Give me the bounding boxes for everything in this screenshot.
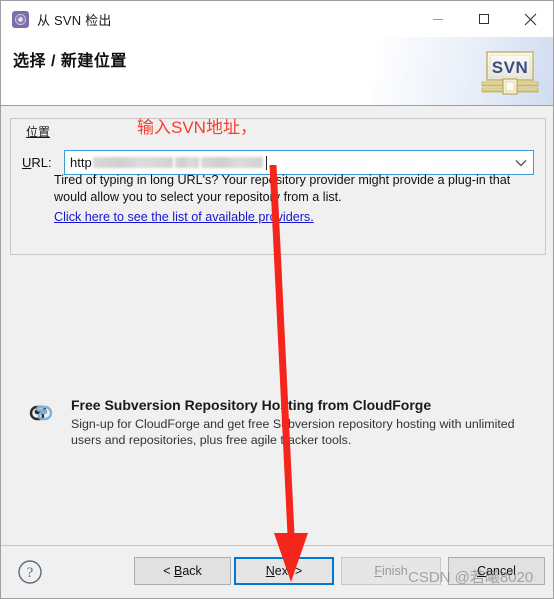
svn-certificate-logo: SVN	[481, 51, 539, 95]
url-input[interactable]: http	[65, 155, 267, 170]
location-group-label: 位置	[23, 123, 54, 140]
url-help-text: Tired of typing in long URL's? Your repo…	[54, 173, 511, 204]
chevron-down-icon[interactable]	[509, 151, 533, 174]
csdn-watermark: CSDN @若曦8020	[408, 569, 534, 586]
text-caret	[265, 155, 267, 170]
next-label: Next >	[265, 564, 303, 578]
title-bar: 从 SVN 检出	[1, 1, 553, 37]
next-button[interactable]: Next >	[234, 557, 334, 585]
promo-title: Free Subversion Repository Hosting from …	[71, 397, 432, 413]
url-value-prefix: http	[70, 155, 92, 170]
minimize-icon[interactable]	[415, 1, 461, 37]
help-question-icon[interactable]: ?	[17, 559, 43, 585]
url-redacted-block-3	[200, 157, 263, 168]
cloudforge-clouds-icon	[29, 405, 53, 421]
wizard-header: 选择 / 新建位置 SVN	[1, 37, 553, 106]
annotation-instruction-text: 输入SVN地址，	[137, 118, 257, 137]
promo-body: Sign-up for CloudForge and get free Subv…	[71, 417, 515, 447]
window-title: 从 SVN 检出	[37, 12, 112, 28]
finish-label: Finish	[374, 564, 408, 578]
providers-list-link[interactable]: Click here to see the list of available …	[54, 210, 314, 224]
page-title: 选择 / 新建位置	[13, 53, 127, 70]
back-button[interactable]: < Back	[134, 557, 231, 585]
url-label: URL:	[22, 155, 52, 170]
back-label: < Back	[163, 564, 202, 578]
url-redacted-block-2	[174, 157, 199, 168]
cloudforge-promo: Free Subversion Repository Hosting from …	[23, 396, 523, 448]
window-controls	[415, 1, 553, 37]
dialog-content: 位置 URL: http Tired of typing in long URL…	[1, 106, 553, 545]
svg-text:?: ?	[27, 565, 34, 581]
maximize-icon[interactable]	[461, 1, 507, 37]
close-icon[interactable]	[507, 1, 553, 37]
svn-logo-text: SVN	[492, 58, 528, 77]
svn-app-icon	[12, 10, 29, 28]
url-redacted-block-1	[92, 157, 173, 168]
svn-checkout-dialog: 从 SVN 检出 选择 / 新建位置 SVN 位置 URL: http Tire…	[0, 0, 554, 599]
